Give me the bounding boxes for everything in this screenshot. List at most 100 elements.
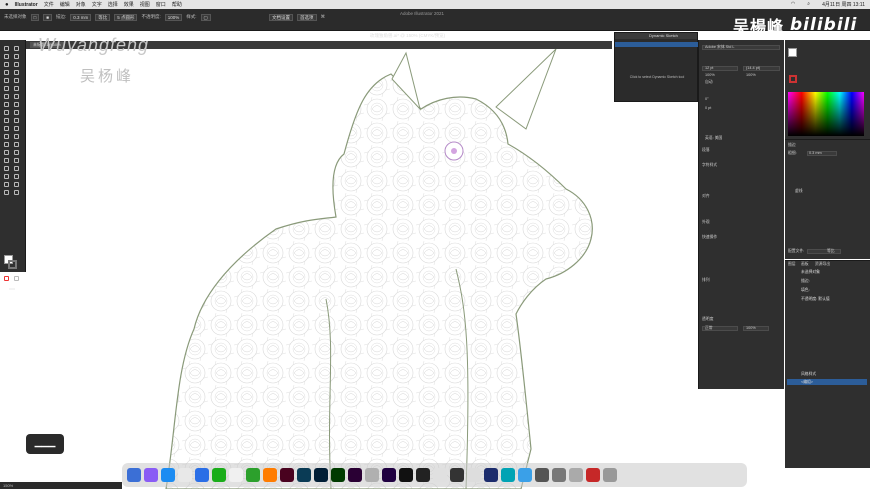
measure-tool-icon[interactable]	[4, 190, 9, 195]
menu-type[interactable]: 文字	[92, 1, 102, 8]
eraser-tool-icon[interactable]	[4, 94, 9, 99]
wifi-icon[interactable]: ◠	[791, 1, 795, 8]
layer-row[interactable]: 风格样式	[787, 371, 867, 377]
search-icon[interactable]: ⌕	[807, 1, 810, 8]
zoom-level[interactable]: 150%	[3, 483, 13, 488]
blend-tool-icon[interactable]	[4, 134, 9, 139]
wechat-icon[interactable]	[212, 468, 226, 482]
stroke-color-swatch[interactable]	[8, 260, 17, 269]
lightroom-classic-icon[interactable]	[297, 468, 311, 482]
profile-select-panel[interactable]	[807, 249, 841, 254]
chrome-icon[interactable]	[178, 468, 192, 482]
preferences-button[interactable]: 首选项	[297, 13, 317, 21]
premiere-icon[interactable]	[348, 468, 362, 482]
mesh-tool-icon[interactable]	[14, 118, 19, 123]
eyedropper-icon[interactable]	[14, 126, 19, 131]
print-tiling-icon[interactable]	[14, 190, 19, 195]
layer-row-selected[interactable]: <编组>	[787, 379, 867, 385]
pencil-tool-icon[interactable]	[14, 86, 19, 91]
zbrush-icon[interactable]	[450, 468, 464, 482]
artboard-tool-icon[interactable]	[14, 142, 19, 147]
profile-select[interactable]: 等比	[95, 13, 111, 21]
app-icon[interactable]	[586, 468, 600, 482]
photos-icon[interactable]	[229, 468, 243, 482]
dimension-icon[interactable]	[331, 468, 345, 482]
messages-icon[interactable]	[246, 468, 260, 482]
perspective-grid-icon[interactable]	[4, 118, 9, 123]
stroke-weight-field[interactable]: 0.3 mm	[70, 13, 92, 21]
menu-help[interactable]: 帮助	[172, 1, 182, 8]
layer-row[interactable]: 未选择对象	[787, 269, 867, 275]
app-icon[interactable]	[433, 468, 447, 482]
color-none-icon[interactable]	[789, 75, 797, 83]
tab-artboards[interactable]: 画板	[801, 262, 809, 267]
gradient-tool-icon[interactable]	[4, 126, 9, 131]
layer-row[interactable]: 描边:	[787, 278, 867, 284]
app-icon[interactable]	[365, 468, 379, 482]
menu-object[interactable]: 对象	[76, 1, 86, 8]
scissors-tool-icon[interactable]	[14, 166, 19, 171]
selection-tool-icon[interactable]	[4, 46, 9, 51]
paintbrush-tool-icon[interactable]	[14, 78, 19, 83]
character-style-title[interactable]: 字符样式	[702, 163, 717, 168]
transparency-title[interactable]: 透明度	[702, 317, 713, 322]
magic-wand-icon[interactable]	[4, 54, 9, 59]
shaper-tool-icon[interactable]	[4, 86, 9, 91]
live-paint-icon[interactable]	[4, 182, 9, 187]
dashed-label[interactable]: 虚线	[795, 189, 803, 194]
knife-tool-icon[interactable]	[4, 166, 9, 171]
cinema4d-icon[interactable]	[416, 468, 430, 482]
rotate-tool-icon[interactable]	[14, 94, 19, 99]
menu-file[interactable]: 文件	[44, 1, 54, 8]
fill-swatch[interactable]: □	[30, 13, 40, 21]
brush-select[interactable]: 5 点圆形	[114, 13, 138, 21]
illustrator-icon[interactable]	[263, 468, 277, 482]
scale-tool-icon[interactable]	[4, 102, 9, 107]
paragraph-title[interactable]: 段落	[702, 148, 710, 153]
menu-effect[interactable]: 效果	[124, 1, 134, 8]
artboard-canvas[interactable]	[26, 49, 612, 489]
tab-layers[interactable]: 图层	[788, 262, 796, 267]
stroke-title[interactable]: 描边	[788, 143, 796, 148]
arrange-icon[interactable]: ⌘	[321, 14, 326, 20]
doc-setup-button[interactable]: 文档设置	[269, 13, 293, 21]
app-icon[interactable]	[484, 468, 498, 482]
app-icon[interactable]	[518, 468, 532, 482]
symbol-sprayer-icon[interactable]	[14, 134, 19, 139]
stroke-swatch[interactable]: ■	[43, 13, 52, 21]
dynamic-sketch-selection[interactable]	[615, 42, 699, 47]
width-tool-icon[interactable]	[14, 102, 19, 107]
app-icon[interactable]	[501, 468, 515, 482]
apple-icon[interactable]: ●	[5, 2, 9, 8]
slice-tool-icon[interactable]	[4, 150, 9, 155]
launchpad-icon[interactable]	[144, 468, 158, 482]
screen-mode-icon[interactable]	[14, 276, 19, 281]
opacity-field[interactable]: 100%	[164, 13, 183, 21]
hud-button[interactable]: ▁▁▁	[26, 434, 64, 454]
blob-brush-icon[interactable]	[4, 174, 9, 179]
more-tools-icon[interactable]: ⋯	[9, 286, 15, 293]
rectangle-tool-icon[interactable]	[4, 78, 9, 83]
free-transform-icon[interactable]	[4, 110, 9, 115]
color-spectrum[interactable]	[788, 92, 864, 136]
menu-select[interactable]: 选择	[108, 1, 118, 8]
hand-tool-icon[interactable]	[14, 150, 19, 155]
warp-tool-icon[interactable]	[14, 174, 19, 179]
lasso-icon[interactable]	[14, 54, 19, 59]
app-icon[interactable]	[569, 468, 583, 482]
style-select[interactable]: ▢	[200, 13, 211, 21]
menu-app[interactable]: Illustrator	[15, 2, 38, 8]
clock[interactable]: 4月11日 周四 13:11	[822, 1, 865, 8]
safari-icon[interactable]	[161, 468, 175, 482]
puppet-warp-icon[interactable]	[14, 158, 19, 163]
qq-icon[interactable]	[195, 468, 209, 482]
after-effects-icon[interactable]	[382, 468, 396, 482]
menu-view[interactable]: 视图	[140, 1, 150, 8]
curvature-tool-icon[interactable]	[14, 62, 19, 67]
layer-row[interactable]: 填色:	[787, 287, 867, 293]
photoshop-icon[interactable]	[314, 468, 328, 482]
dynamic-sketch-tab[interactable]: Dynamic Sketch	[615, 33, 697, 39]
zoom-tool-icon[interactable]	[4, 158, 9, 163]
app-icon[interactable]	[535, 468, 549, 482]
column-graph-icon[interactable]	[14, 182, 19, 187]
